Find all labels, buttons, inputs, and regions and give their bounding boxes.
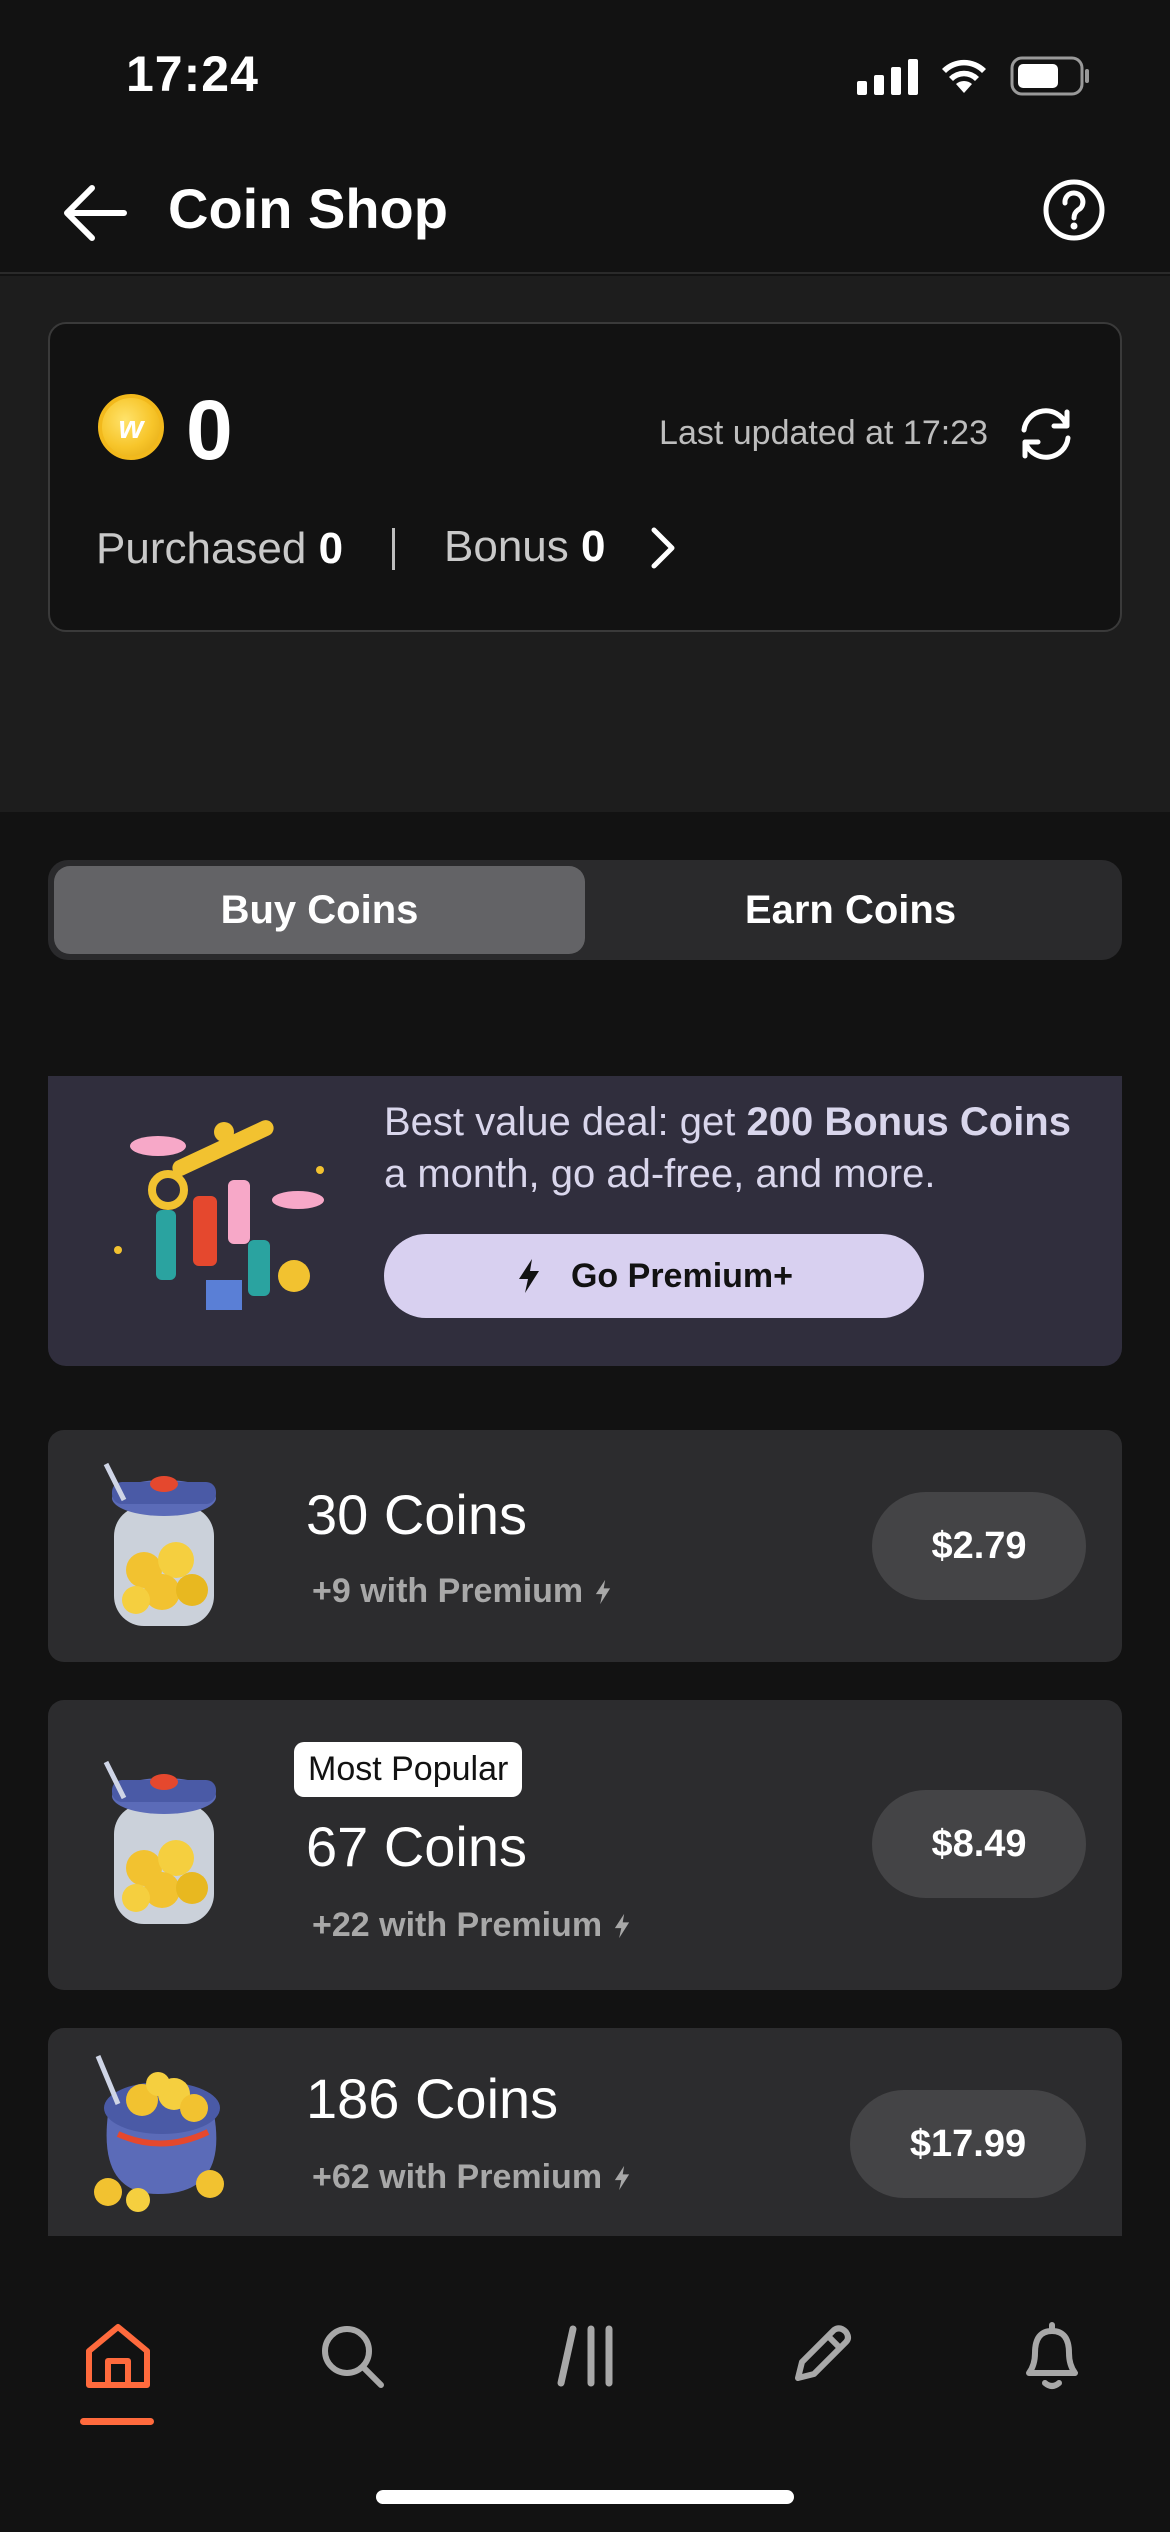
balance-section: w 0 Last updated at 17:23 Purchased 0 Bo… [0, 276, 1170, 812]
package-bonus-text: +22 with Premium [312, 1906, 603, 1944]
battery-icon [1010, 56, 1089, 96]
nav-library[interactable] [546, 2316, 626, 2396]
go-premium-label: Go Premium+ [570, 1256, 793, 1295]
premium-text-bold: 200 Bonus Coins [746, 1100, 1071, 1144]
write-icon [795, 2325, 851, 2381]
cellular-signal-icon [857, 57, 918, 95]
package-name: 30 Coins [306, 1483, 528, 1546]
refresh-icon [1021, 408, 1071, 460]
nav-home[interactable] [78, 2316, 158, 2396]
refresh-button[interactable] [1014, 402, 1078, 466]
premium-illustration [114, 1120, 324, 1310]
coin-package-67[interactable]: Most Popular 67 Coins +22 with Premium $… [48, 1700, 1122, 1990]
package-premium-bonus: +62 with Premium [312, 2158, 632, 2197]
back-arrow-icon [64, 185, 127, 241]
search-icon [322, 2326, 384, 2388]
package-premium-bonus: +22 with Premium [312, 1906, 632, 1945]
package-name: 186 Coins [306, 2067, 559, 2130]
bonus-label: Bonus [444, 522, 569, 571]
go-premium-button[interactable]: Go Premium+ [384, 1234, 924, 1318]
bonus-coins[interactable]: Bonus 0 [444, 522, 605, 572]
premium-banner: Best value deal: get 200 Bonus Coins a m… [48, 1076, 1122, 1366]
nav-notifications[interactable] [1012, 2316, 1092, 2396]
help-button[interactable] [1040, 176, 1108, 244]
tab-earn-coins[interactable]: Earn Coins [585, 866, 1116, 954]
notifications-icon [1026, 2322, 1078, 2389]
active-tab-indicator [80, 2418, 154, 2425]
premium-text-lead: Best value deal: get [384, 1100, 747, 1144]
package-price-button[interactable]: $17.99 [850, 2090, 1086, 2198]
status-icons [857, 56, 1090, 96]
package-price-button[interactable]: $2.79 [872, 1492, 1086, 1600]
nav-write[interactable] [780, 2316, 860, 2396]
coin-tabs: Buy Coins Earn Coins [48, 860, 1122, 960]
lightning-icon [614, 1913, 630, 1938]
home-icon [86, 2324, 150, 2388]
lightning-icon [595, 1579, 611, 1604]
status-bar: 17:24 [0, 0, 1170, 150]
page-title: Coin Shop [168, 177, 448, 240]
library-icon [557, 2325, 613, 2387]
help-icon [1043, 179, 1105, 241]
package-name: 67 Coins [306, 1815, 528, 1878]
coin-icon: w [98, 394, 164, 460]
coin-details-button[interactable] [642, 524, 682, 572]
package-price-button[interactable]: $8.49 [872, 1790, 1086, 1898]
coin-package-186[interactable]: 186 Coins +62 with Premium $17.99 [48, 2028, 1122, 2236]
balance-card: w 0 Last updated at 17:23 Purchased 0 Bo… [48, 322, 1122, 632]
premium-text-tail: a month, go ad-free, and more. [384, 1152, 936, 1196]
nav-search[interactable] [312, 2316, 392, 2396]
bonus-value: 0 [581, 522, 606, 571]
chevron-right-icon [651, 527, 675, 569]
divider [392, 528, 395, 570]
coin-package-30[interactable]: 30 Coins +9 with Premium $2.79 [48, 1430, 1122, 1662]
lightning-icon [518, 1259, 539, 1293]
premium-description: Best value deal: get 200 Bonus Coins a m… [384, 1096, 1084, 1200]
coin-jar-icon [103, 1462, 216, 1626]
bottom-nav [0, 2236, 1170, 2532]
back-button[interactable] [60, 180, 130, 246]
purchased-label: Purchased [96, 524, 307, 573]
tab-buy-coins[interactable]: Buy Coins [54, 866, 585, 954]
package-bonus-text: +62 with Premium [312, 2158, 603, 2196]
coin-bag-icon [94, 2055, 224, 2212]
package-premium-bonus: +9 with Premium [312, 1572, 613, 1611]
lightning-icon [614, 2165, 630, 2190]
package-bonus-text: +9 with Premium [312, 1572, 584, 1610]
home-indicator [376, 2490, 794, 2504]
wifi-icon [942, 59, 986, 93]
purchased-value: 0 [318, 524, 344, 573]
purchased-coins: Purchased 0 [96, 524, 343, 574]
last-updated-text: Last updated at 17:23 [659, 414, 988, 452]
most-popular-badge: Most Popular [294, 1742, 523, 1797]
coin-balance: 0 [186, 383, 233, 477]
coin-jar-icon [103, 1760, 216, 1924]
status-time: 17:24 [126, 46, 259, 102]
header: Coin Shop [0, 150, 1170, 274]
